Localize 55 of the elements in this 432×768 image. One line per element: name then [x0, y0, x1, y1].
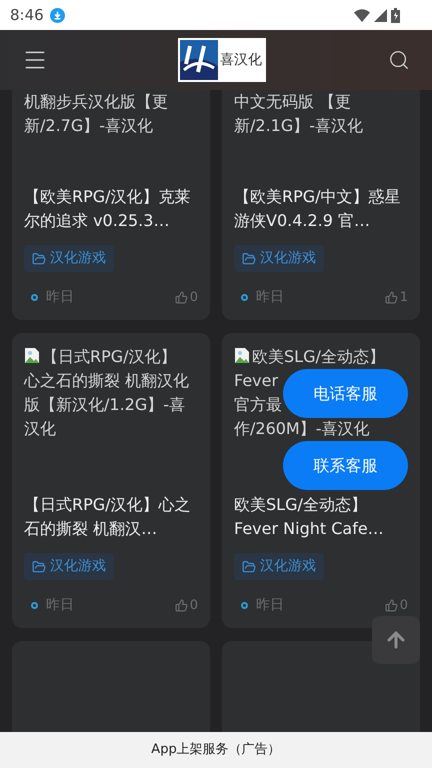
ad-text: App上架服务（广告）: [151, 741, 281, 760]
folder-icon: [242, 560, 256, 574]
image-alt-text: 心之石的撕裂 机翻汉化: [24, 370, 190, 392]
category-tag[interactable]: 汉化游戏: [234, 245, 324, 272]
post-time: 昨日: [46, 288, 74, 307]
logo-mark-icon: [180, 40, 218, 80]
wifi-icon: [354, 8, 370, 22]
like-count: 0: [400, 596, 408, 615]
category-tag[interactable]: 汉化游戏: [234, 553, 324, 580]
ad-bar[interactable]: App上架服务（广告）: [0, 732, 432, 768]
post-title[interactable]: 欧美SLG/全动态】Fever Night Cafe…: [234, 493, 408, 541]
thumbs-up-icon: [384, 599, 398, 612]
site-logo[interactable]: 喜汉化: [178, 38, 266, 82]
support-button[interactable]: 联系客服: [283, 441, 408, 490]
folder-icon: [32, 560, 46, 574]
image-alt-text: 【日式RPG/汉化】: [24, 345, 177, 369]
post-title[interactable]: 【欧美RPG/中文】惑星游侠V0.4.2.9 官…: [234, 185, 408, 233]
image-alt-text: 新/2.7G】-喜汉化: [24, 115, 154, 137]
post-time: 昨日: [256, 288, 284, 307]
like-count: 0: [190, 596, 198, 615]
search-icon[interactable]: [388, 49, 410, 71]
post-card[interactable]: 机翻步兵汉化版【更 新/2.7G】-喜汉化 【欧美RPG/汉化】克莱尔的追求 v0.25.3… 汉化游戏 昨日 0: [12, 90, 210, 320]
image-alt-text: 作/260M】-喜汉化: [234, 418, 370, 440]
status-time: 8:46: [10, 4, 44, 26]
image-alt-text: 汉化: [24, 418, 56, 440]
image-alt-text: 版【新汉化/1.2G】-喜: [24, 394, 186, 416]
category-tag[interactable]: 汉化游戏: [24, 245, 114, 272]
post-time: 昨日: [46, 596, 74, 615]
like-count: 0: [190, 288, 198, 307]
category-tag[interactable]: 汉化游戏: [24, 553, 114, 580]
broken-image-icon: [24, 347, 41, 364]
like-count: 1: [400, 288, 408, 307]
folder-icon: [32, 252, 46, 266]
folder-icon: [242, 252, 256, 266]
thumbs-up-icon: [384, 291, 398, 304]
image-alt-text: 欧美SLG/全动态】: [234, 345, 385, 369]
battery-icon: [391, 8, 400, 22]
image-alt-text: Fever: [234, 370, 278, 392]
broken-image-icon: [234, 347, 251, 364]
post-time: 昨日: [256, 596, 284, 615]
image-alt-text: 官方最: [234, 394, 282, 416]
image-alt-text: 新/2.1G】-喜汉化: [234, 115, 364, 137]
thumbs-up-icon: [174, 599, 188, 612]
image-alt-text: 中文无码版 【更: [234, 91, 352, 113]
post-card[interactable]: 【日式RPG/汉化】 心之石的撕裂 机翻汉化 版【新汉化/1.2G】-喜 汉化 【日式RPG/汉化】心之石的撕裂 机翻汉… 汉化游戏 昨日 0: [12, 333, 210, 628]
image-alt-text: 机翻步兵汉化版【更: [24, 91, 168, 113]
post-card[interactable]: 中文无码版 【更 新/2.1G】-喜汉化 【欧美RPG/中文】惑星游侠V0.4.2.9 官… 汉化游戏 昨日 1: [222, 90, 420, 320]
post-title[interactable]: 【欧美RPG/汉化】克莱尔的追求 v0.25.3…: [24, 185, 198, 233]
back-to-top-button[interactable]: [372, 616, 420, 664]
support-button[interactable]: 电话客服: [283, 369, 408, 418]
download-icon: [50, 8, 65, 22]
thumbs-up-icon: [174, 291, 188, 304]
logo-text: 喜汉化: [220, 50, 262, 70]
post-title[interactable]: 【日式RPG/汉化】心之石的撕裂 机翻汉…: [24, 493, 198, 541]
signal-icon: [374, 8, 387, 22]
